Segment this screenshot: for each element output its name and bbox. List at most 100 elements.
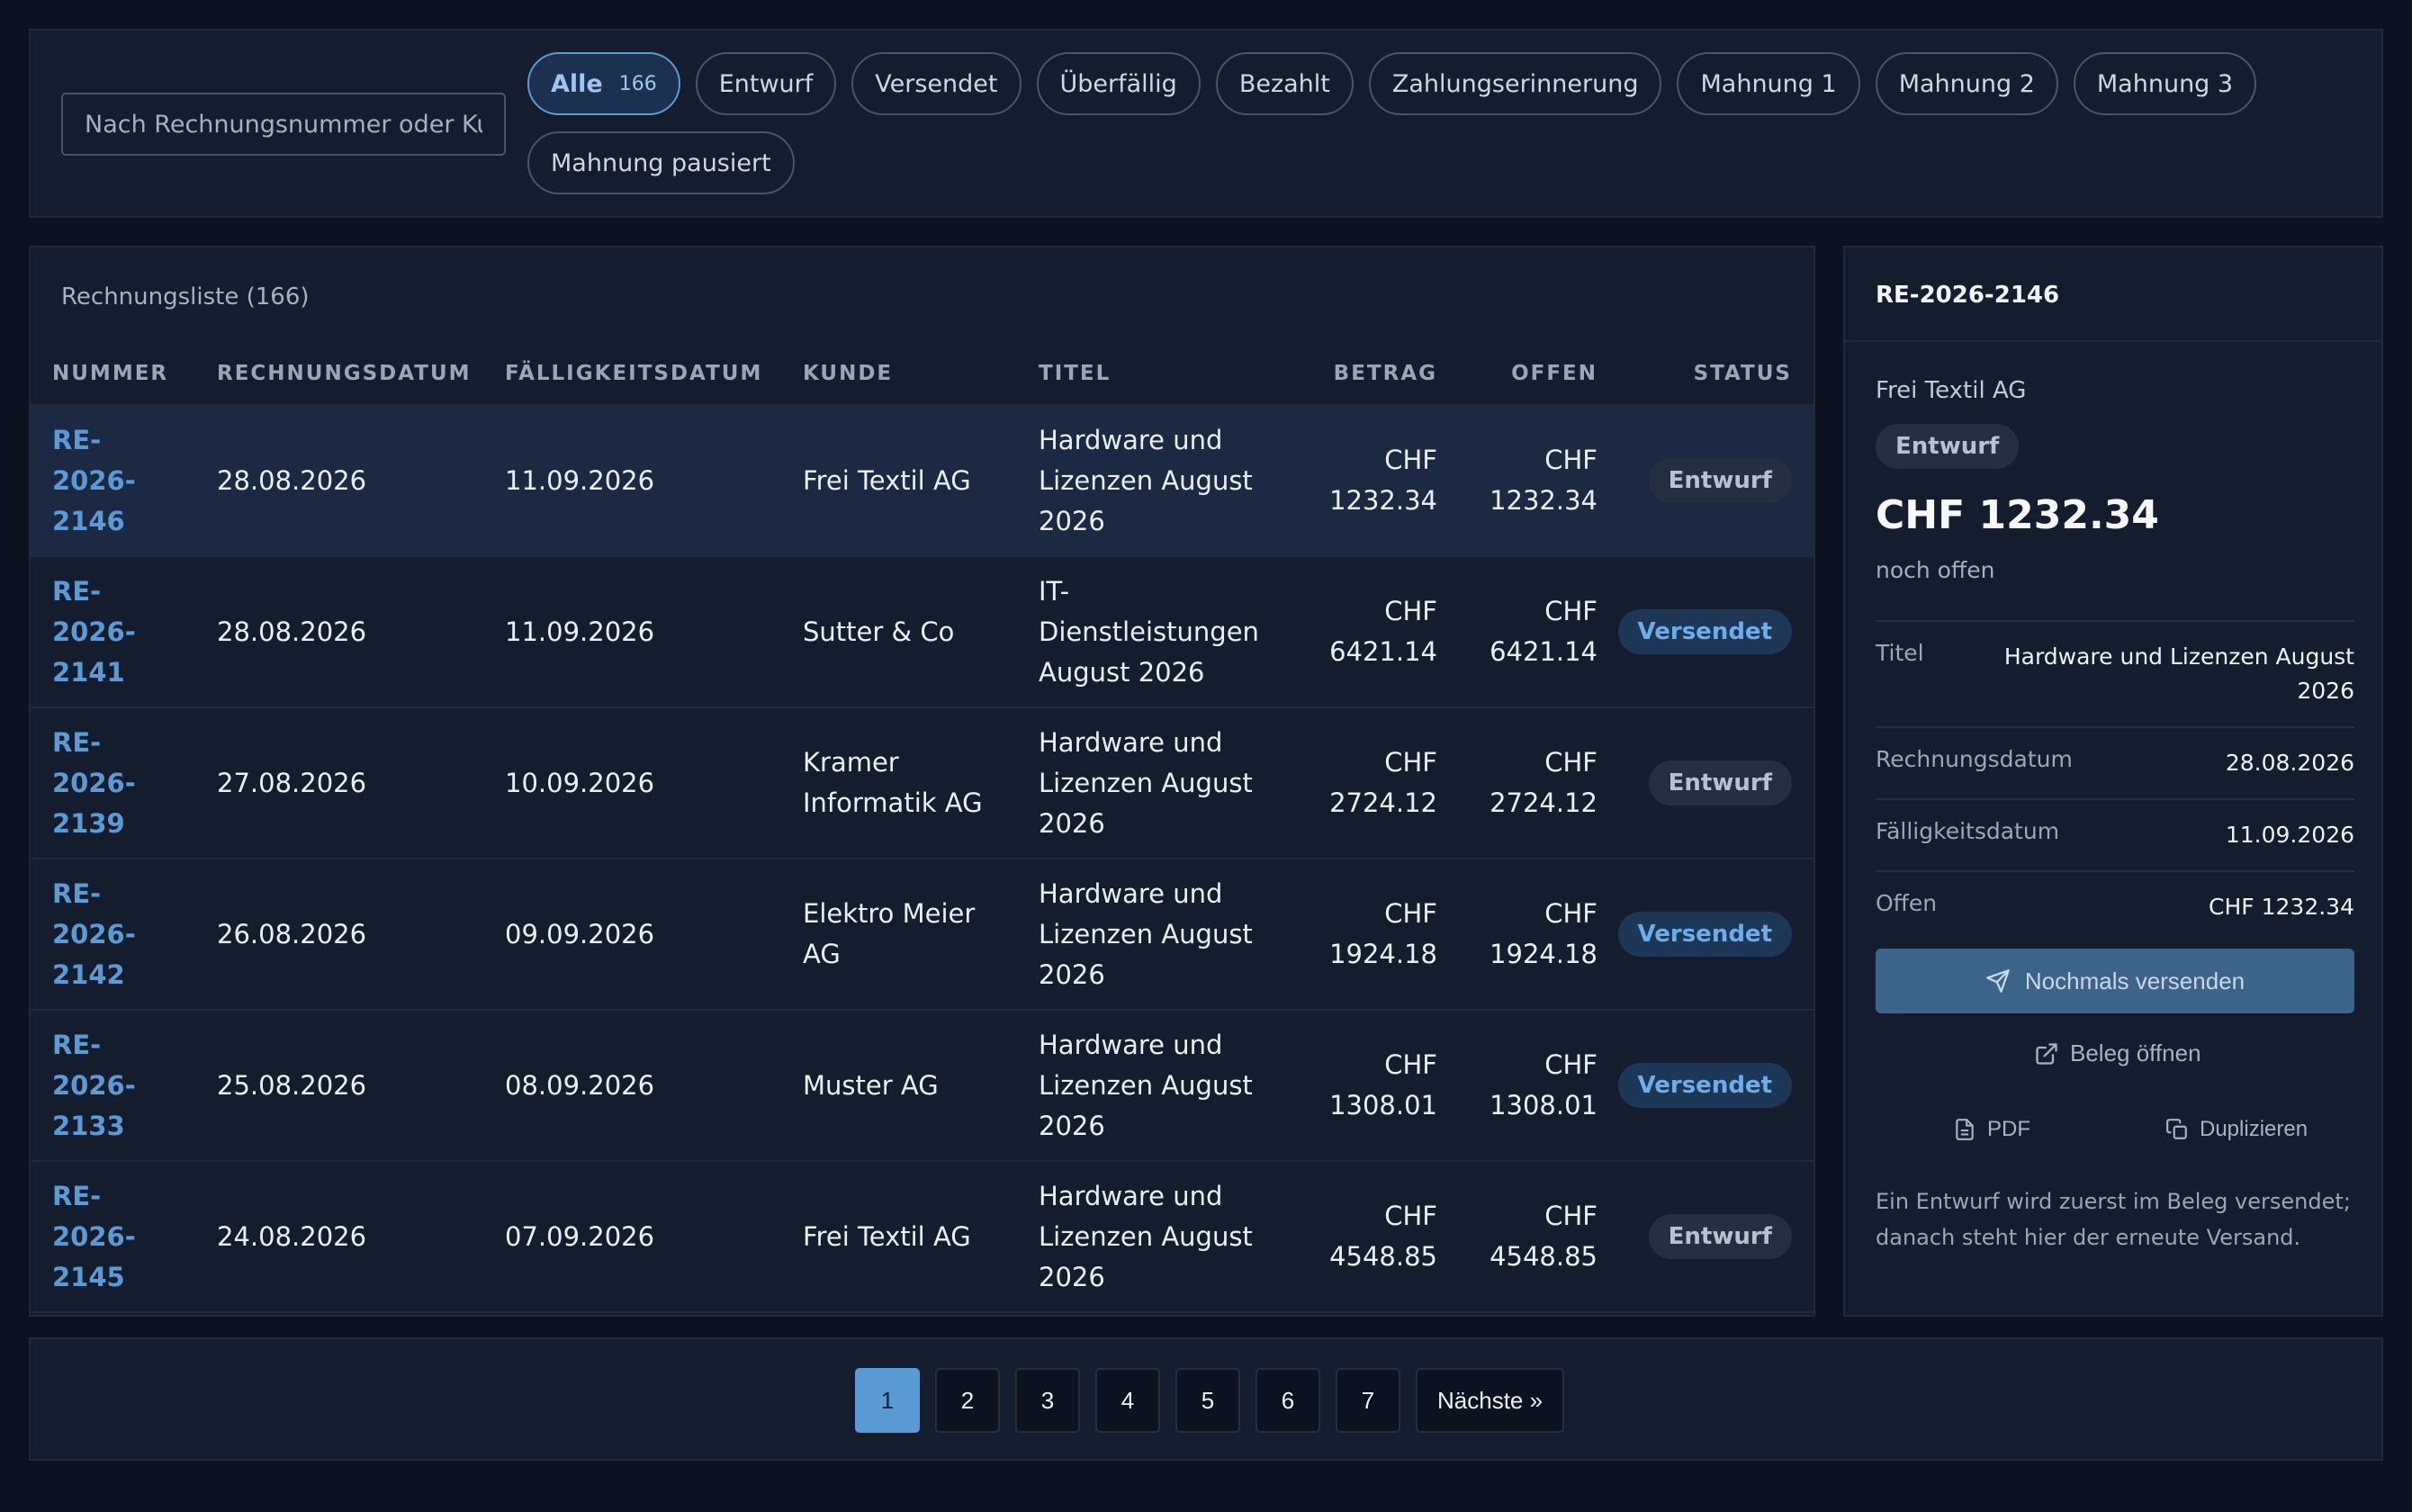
invoice-date-cell: 25.08.2026 bbox=[217, 1010, 505, 1162]
filter-chip-entwurf[interactable]: Entwurf bbox=[695, 52, 837, 115]
filter-chip-mahnung-2[interactable]: Mahnung 2 bbox=[1875, 52, 2058, 115]
page-button-7[interactable]: 7 bbox=[1336, 1368, 1400, 1433]
detail-field-label: Rechnungsdatum bbox=[1876, 746, 2073, 772]
pdf-link[interactable]: PDF bbox=[1953, 1117, 2030, 1142]
status-cell: Entwurf bbox=[1598, 707, 1814, 860]
invoice-date-cell: 28.08.2026 bbox=[217, 405, 505, 557]
filter-chip-zahlungserinnerung[interactable]: Zahlungserinnerung bbox=[1368, 52, 1662, 115]
column-header-nummer[interactable]: NUMMER bbox=[31, 342, 217, 406]
filter-chip-mahnung-1[interactable]: Mahnung 1 bbox=[1677, 52, 1860, 115]
filter-chip-label: Mahnung pausiert bbox=[551, 148, 771, 177]
invoice-number-link[interactable]: RE-2026-2139 bbox=[31, 707, 217, 860]
status-cell: Versendet bbox=[1598, 859, 1814, 1011]
title-cell: Hardware und Lizenzen August 2026 bbox=[1039, 1010, 1307, 1162]
customer-cell: Kramer Informatik AG bbox=[803, 707, 1039, 860]
duplicate-link[interactable]: Duplizieren bbox=[2165, 1117, 2308, 1142]
table-row[interactable]: RE-2026-2146 28.08.2026 11.09.2026 Frei … bbox=[31, 405, 1814, 557]
open-document-label: Beleg öffnen bbox=[2070, 1040, 2201, 1066]
invoice-number-link[interactable]: RE-2026-2142 bbox=[31, 859, 217, 1011]
column-header-betrag[interactable]: BETRAG bbox=[1307, 342, 1437, 406]
open-amount-cell: CHF 4548.85 bbox=[1437, 1161, 1598, 1313]
open-amount-cell: CHF 1924.18 bbox=[1437, 859, 1598, 1011]
status-badge: Entwurf bbox=[1648, 458, 1792, 503]
column-header-status[interactable]: STATUS bbox=[1598, 342, 1814, 406]
column-header-faelligkeitsdatum[interactable]: FÄLLIGKEITSDATUM bbox=[505, 342, 803, 406]
filter-chip-mahnung-pausiert[interactable]: Mahnung pausiert bbox=[527, 131, 795, 194]
title-cell: Hardware und Lizenzen August 2026 bbox=[1039, 1161, 1307, 1313]
detail-field-value: Hardware und Lizenzen August 2026 bbox=[2003, 644, 2354, 704]
detail-field-value: 28.08.2026 bbox=[2225, 750, 2354, 776]
detail-field-value: CHF 1232.34 bbox=[2209, 894, 2354, 920]
title-text: Hardware und Lizenzen August 2026 bbox=[1039, 1180, 1253, 1292]
column-header-titel[interactable]: TITEL bbox=[1039, 342, 1307, 406]
column-header-offen[interactable]: OFFEN bbox=[1437, 342, 1598, 406]
filter-chip-label: Mahnung 2 bbox=[1898, 69, 2035, 98]
detail-field-rechnungsdatum: Rechnungsdatum 28.08.2026 bbox=[1876, 726, 2354, 798]
page-button-4[interactable]: 4 bbox=[1095, 1368, 1160, 1433]
status-badge: Versendet bbox=[1617, 912, 1792, 957]
customer-cell: Muster AG bbox=[803, 1010, 1039, 1162]
title-text: IT-Dienstleistungen August 2026 bbox=[1039, 575, 1259, 688]
filter-bar: Alle 166 Entwurf Versendet Überfällig Be… bbox=[29, 29, 2383, 218]
column-header-rechnungsdatum[interactable]: RECHNUNGSDATUM bbox=[217, 342, 505, 406]
filter-chip-versendet[interactable]: Versendet bbox=[851, 52, 1022, 115]
status-badge: Entwurf bbox=[1648, 1214, 1792, 1259]
detail-amount-caption: noch offen bbox=[1876, 557, 1995, 583]
status-cell: Versendet bbox=[1598, 1010, 1814, 1162]
detail-fields: Titel Hardware und Lizenzen August 2026 … bbox=[1876, 620, 2354, 942]
open-amount-cell: CHF 1232.34 bbox=[1437, 405, 1598, 557]
invoice-date-cell: 27.08.2026 bbox=[217, 707, 505, 860]
customer-text: Sutter & Co bbox=[803, 616, 955, 647]
file-icon bbox=[1956, 1119, 1974, 1140]
filter-chip-label: Mahnung 3 bbox=[2096, 69, 2234, 98]
filter-chip-label: Überfällig bbox=[1059, 69, 1177, 98]
table-row[interactable]: RE-2026-2139 27.08.2026 10.09.2026 Krame… bbox=[31, 707, 1814, 860]
filter-chip-count: 166 bbox=[618, 72, 657, 95]
detail-customer: Frei Textil AG bbox=[1876, 377, 2027, 404]
filter-chip-mahnung-3[interactable]: Mahnung 3 bbox=[2073, 52, 2257, 115]
customer-text: Kramer Informatik AG bbox=[803, 747, 983, 818]
due-date-cell: 10.09.2026 bbox=[505, 707, 803, 860]
invoice-number-text: RE-2026-2142 bbox=[52, 878, 136, 990]
open-document-link[interactable]: Beleg öffnen bbox=[2034, 1040, 2201, 1067]
invoice-detail-panel: RE-2026-2146 Frei Textil AG Entwurf CHF … bbox=[1843, 246, 2383, 1317]
page-button-1[interactable]: 1 bbox=[855, 1368, 920, 1433]
invoice-number-link[interactable]: RE-2026-2133 bbox=[31, 1010, 217, 1162]
table-row[interactable]: RE-2026-2145 24.08.2026 07.09.2026 Frei … bbox=[31, 1161, 1814, 1313]
table-row[interactable]: RE-2026-2142 26.08.2026 09.09.2026 Elekt… bbox=[31, 859, 1814, 1011]
column-header-kunde[interactable]: KUNDE bbox=[803, 342, 1039, 406]
resend-button[interactable]: Nochmals versenden bbox=[1876, 949, 2354, 1013]
customer-cell: Frei Textil AG bbox=[803, 405, 1039, 557]
invoice-date-cell: 26.08.2026 bbox=[217, 859, 505, 1011]
title-cell: Hardware und Lizenzen August 2026 bbox=[1039, 707, 1307, 860]
filter-chip-alle[interactable]: Alle 166 bbox=[527, 52, 680, 115]
table-row[interactable]: RE-2026-2141 28.08.2026 11.09.2026 Sutte… bbox=[31, 556, 1814, 708]
customer-cell: Sutter & Co bbox=[803, 556, 1039, 708]
page-button-3[interactable]: 3 bbox=[1015, 1368, 1080, 1433]
page-button-2[interactable]: 2 bbox=[935, 1368, 1000, 1433]
filter-chip-bezahlt[interactable]: Bezahlt bbox=[1215, 52, 1354, 115]
search-input[interactable] bbox=[61, 93, 506, 156]
filter-chip-ueberfaellig[interactable]: Überfällig bbox=[1036, 52, 1201, 115]
external-link-icon bbox=[2036, 1042, 2057, 1065]
page-buttons: 1 2 3 4 5 6 7 Nächste » bbox=[855, 1368, 1565, 1433]
open-amount-cell: CHF 2724.12 bbox=[1437, 707, 1598, 860]
filter-chip-label: Alle bbox=[551, 69, 603, 98]
next-page-button[interactable]: Nächste » bbox=[1416, 1368, 1565, 1433]
invoice-number-text: RE-2026-2146 bbox=[52, 424, 136, 536]
invoice-number-link[interactable]: RE-2026-2146 bbox=[31, 405, 217, 557]
page-button-6[interactable]: 6 bbox=[1256, 1368, 1320, 1433]
invoice-number-link[interactable]: RE-2026-2141 bbox=[31, 556, 217, 708]
customer-text: Muster AG bbox=[803, 1069, 939, 1101]
send-icon bbox=[1986, 969, 2010, 993]
invoice-number-text: RE-2026-2133 bbox=[52, 1029, 136, 1141]
detail-field-value: 11.09.2026 bbox=[2225, 822, 2354, 848]
detail-amount: CHF 1232.34 bbox=[1876, 492, 2159, 538]
invoice-number-link[interactable]: RE-2026-2145 bbox=[31, 1161, 217, 1313]
table-row[interactable]: RE-2026-2133 25.08.2026 08.09.2026 Muste… bbox=[31, 1010, 1814, 1162]
customer-cell: Frei Textil AG bbox=[803, 1161, 1039, 1313]
status-badge: Entwurf bbox=[1648, 760, 1792, 806]
title-text: Hardware und Lizenzen August 2026 bbox=[1039, 726, 1253, 839]
invoice-list-title: Rechnungsliste (166) bbox=[61, 284, 310, 310]
page-button-5[interactable]: 5 bbox=[1175, 1368, 1240, 1433]
